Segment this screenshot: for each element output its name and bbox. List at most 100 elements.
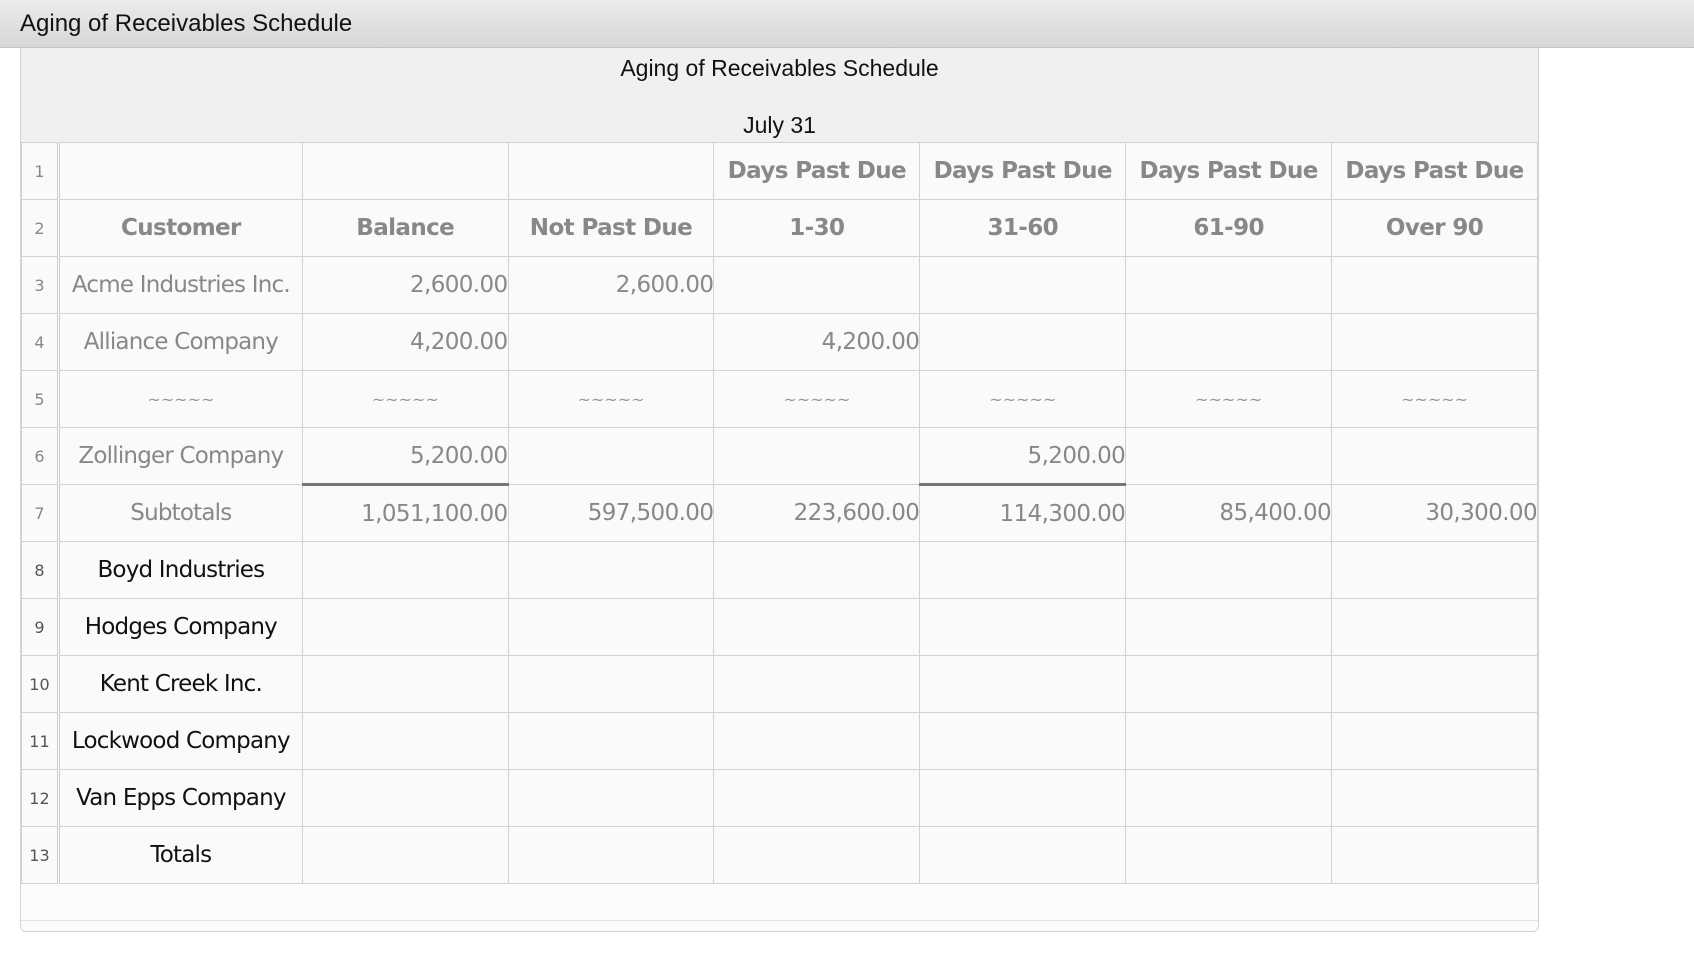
row-number: 6 — [21, 427, 60, 485]
days-61-90-input-cell[interactable] — [1125, 769, 1333, 827]
table-row: 4 Alliance Company 4,200.00 4,200.00 — [21, 313, 1538, 371]
days-61-90-input-cell[interactable] — [1125, 541, 1333, 599]
column-header-days-past-due: Days Past Due — [713, 142, 921, 200]
table-row: 12 Van Epps Company — [21, 769, 1538, 827]
days-1-30-input-cell[interactable] — [713, 541, 921, 599]
row-number: 8 — [21, 541, 60, 599]
customer-name: Alliance Company — [57, 313, 303, 371]
balance-input-cell[interactable] — [301, 712, 509, 770]
days-61-90-cell: 85,400.00 — [1125, 484, 1333, 542]
table-row-subtotals: 7 Subtotals 1,051,100.00 597,500.00 223,… — [21, 484, 1538, 542]
days-61-90-input-cell[interactable] — [1125, 712, 1333, 770]
balance-cell: 4,200.00 — [301, 313, 509, 371]
balance-input-cell[interactable] — [301, 598, 509, 656]
days-1-30-cell — [713, 427, 921, 485]
customer-name: Acme Industries Inc. — [57, 256, 303, 314]
row-number: 5 — [21, 370, 60, 428]
balance-input-cell[interactable] — [301, 541, 509, 599]
not-past-due-input-cell[interactable] — [507, 655, 715, 713]
row-number: 4 — [21, 313, 60, 371]
not-past-due-total-input-cell[interactable] — [507, 826, 715, 884]
days-61-90-input-cell[interactable] — [1125, 655, 1333, 713]
schedule-title: Aging of Receivables Schedule — [620, 55, 939, 81]
omission-marker: ~~~~~ — [507, 370, 715, 428]
schedule-date: July 31 — [743, 112, 816, 138]
days-1-30-input-cell[interactable] — [713, 769, 921, 827]
customer-name: Lockwood Company — [57, 712, 303, 770]
days-1-30-cell: 223,600.00 — [713, 484, 921, 542]
customer-name: Hodges Company — [57, 598, 303, 656]
row-number: 13 — [21, 826, 60, 884]
days-31-60-cell: 5,200.00 — [919, 427, 1127, 486]
not-past-due-input-cell[interactable] — [507, 712, 715, 770]
balance-input-cell[interactable] — [301, 769, 509, 827]
row-number: 9 — [21, 598, 60, 656]
days-31-60-input-cell[interactable] — [919, 655, 1127, 713]
table-row: 8 Boyd Industries — [21, 541, 1538, 599]
omission-marker: ~~~~~ — [301, 370, 509, 428]
column-header-days-past-due: Days Past Due — [1125, 142, 1333, 200]
table-row: 10 Kent Creek Inc. — [21, 655, 1538, 713]
window-title-bar: Aging of Receivables Schedule — [0, 0, 1694, 48]
table-row-totals: 13 Totals — [21, 826, 1538, 884]
days-61-90-cell — [1125, 313, 1333, 371]
days-31-60-total-input-cell[interactable] — [919, 826, 1127, 884]
days-31-60-cell: 114,300.00 — [919, 484, 1127, 542]
table-row: 5 ~~~~~ ~~~~~ ~~~~~ ~~~~~ ~~~~~ ~~~~~ ~~… — [21, 370, 1538, 428]
over-90-total-input-cell[interactable] — [1331, 826, 1538, 884]
not-past-due-cell — [507, 313, 715, 371]
over-90-input-cell[interactable] — [1331, 769, 1538, 827]
aging-table: 1 Days Past Due Days Past Due Days Past … — [21, 142, 1538, 884]
customer-name: Boyd Industries — [57, 541, 303, 599]
not-past-due-input-cell[interactable] — [507, 769, 715, 827]
days-1-30-input-cell[interactable] — [713, 598, 921, 656]
over-90-input-cell[interactable] — [1331, 541, 1538, 599]
omission-marker: ~~~~~ — [57, 370, 303, 428]
table-cell[interactable] — [57, 142, 303, 200]
customer-name: Subtotals — [57, 484, 303, 542]
days-61-90-input-cell[interactable] — [1125, 598, 1333, 656]
table-row: 11 Lockwood Company — [21, 712, 1538, 770]
days-31-60-input-cell[interactable] — [919, 712, 1127, 770]
row-number: 12 — [21, 769, 60, 827]
column-header-days-past-due: Days Past Due — [919, 142, 1127, 200]
days-1-30-input-cell[interactable] — [713, 712, 921, 770]
customer-name: Zollinger Company — [57, 427, 303, 485]
row-number: 7 — [21, 484, 60, 542]
balance-cell: 5,200.00 — [301, 427, 509, 486]
table-row: 2 Customer Balance Not Past Due 1-30 31-… — [21, 199, 1538, 257]
balance-total-input-cell[interactable] — [301, 826, 509, 884]
over-90-input-cell[interactable] — [1331, 598, 1538, 656]
balance-input-cell[interactable] — [301, 655, 509, 713]
table-row: 9 Hodges Company — [21, 598, 1538, 656]
days-31-60-input-cell[interactable] — [919, 769, 1127, 827]
schedule-panel: Aging of Receivables Schedule July 31 1 … — [20, 48, 1539, 932]
over-90-cell: 30,300.00 — [1331, 484, 1538, 542]
table-cell[interactable] — [507, 142, 715, 200]
days-61-90-total-input-cell[interactable] — [1125, 826, 1333, 884]
days-61-90-cell — [1125, 427, 1333, 485]
days-1-30-total-input-cell[interactable] — [713, 826, 921, 884]
row-number: 10 — [21, 655, 60, 713]
not-past-due-cell: 597,500.00 — [507, 484, 715, 542]
days-31-60-input-cell[interactable] — [919, 598, 1127, 656]
over-90-input-cell[interactable] — [1331, 655, 1538, 713]
table-cell[interactable] — [301, 142, 509, 200]
omission-marker: ~~~~~ — [919, 370, 1127, 428]
days-1-30-input-cell[interactable] — [713, 655, 921, 713]
customer-name: Van Epps Company — [57, 769, 303, 827]
not-past-due-input-cell[interactable] — [507, 598, 715, 656]
row-number: 11 — [21, 712, 60, 770]
days-31-60-input-cell[interactable] — [919, 541, 1127, 599]
column-header-days-past-due: Days Past Due — [1331, 142, 1538, 200]
days-1-30-cell: 4,200.00 — [713, 313, 921, 371]
column-header-31-60: 31-60 — [919, 199, 1127, 257]
not-past-due-input-cell[interactable] — [507, 541, 715, 599]
over-90-input-cell[interactable] — [1331, 712, 1538, 770]
table-row: 1 Days Past Due Days Past Due Days Past … — [21, 142, 1538, 200]
days-1-30-cell — [713, 256, 921, 314]
column-header-balance: Balance — [301, 199, 509, 257]
table-row: 3 Acme Industries Inc. 2,600.00 2,600.00 — [21, 256, 1538, 314]
not-past-due-cell: 2,600.00 — [507, 256, 715, 314]
days-61-90-cell — [1125, 256, 1333, 314]
